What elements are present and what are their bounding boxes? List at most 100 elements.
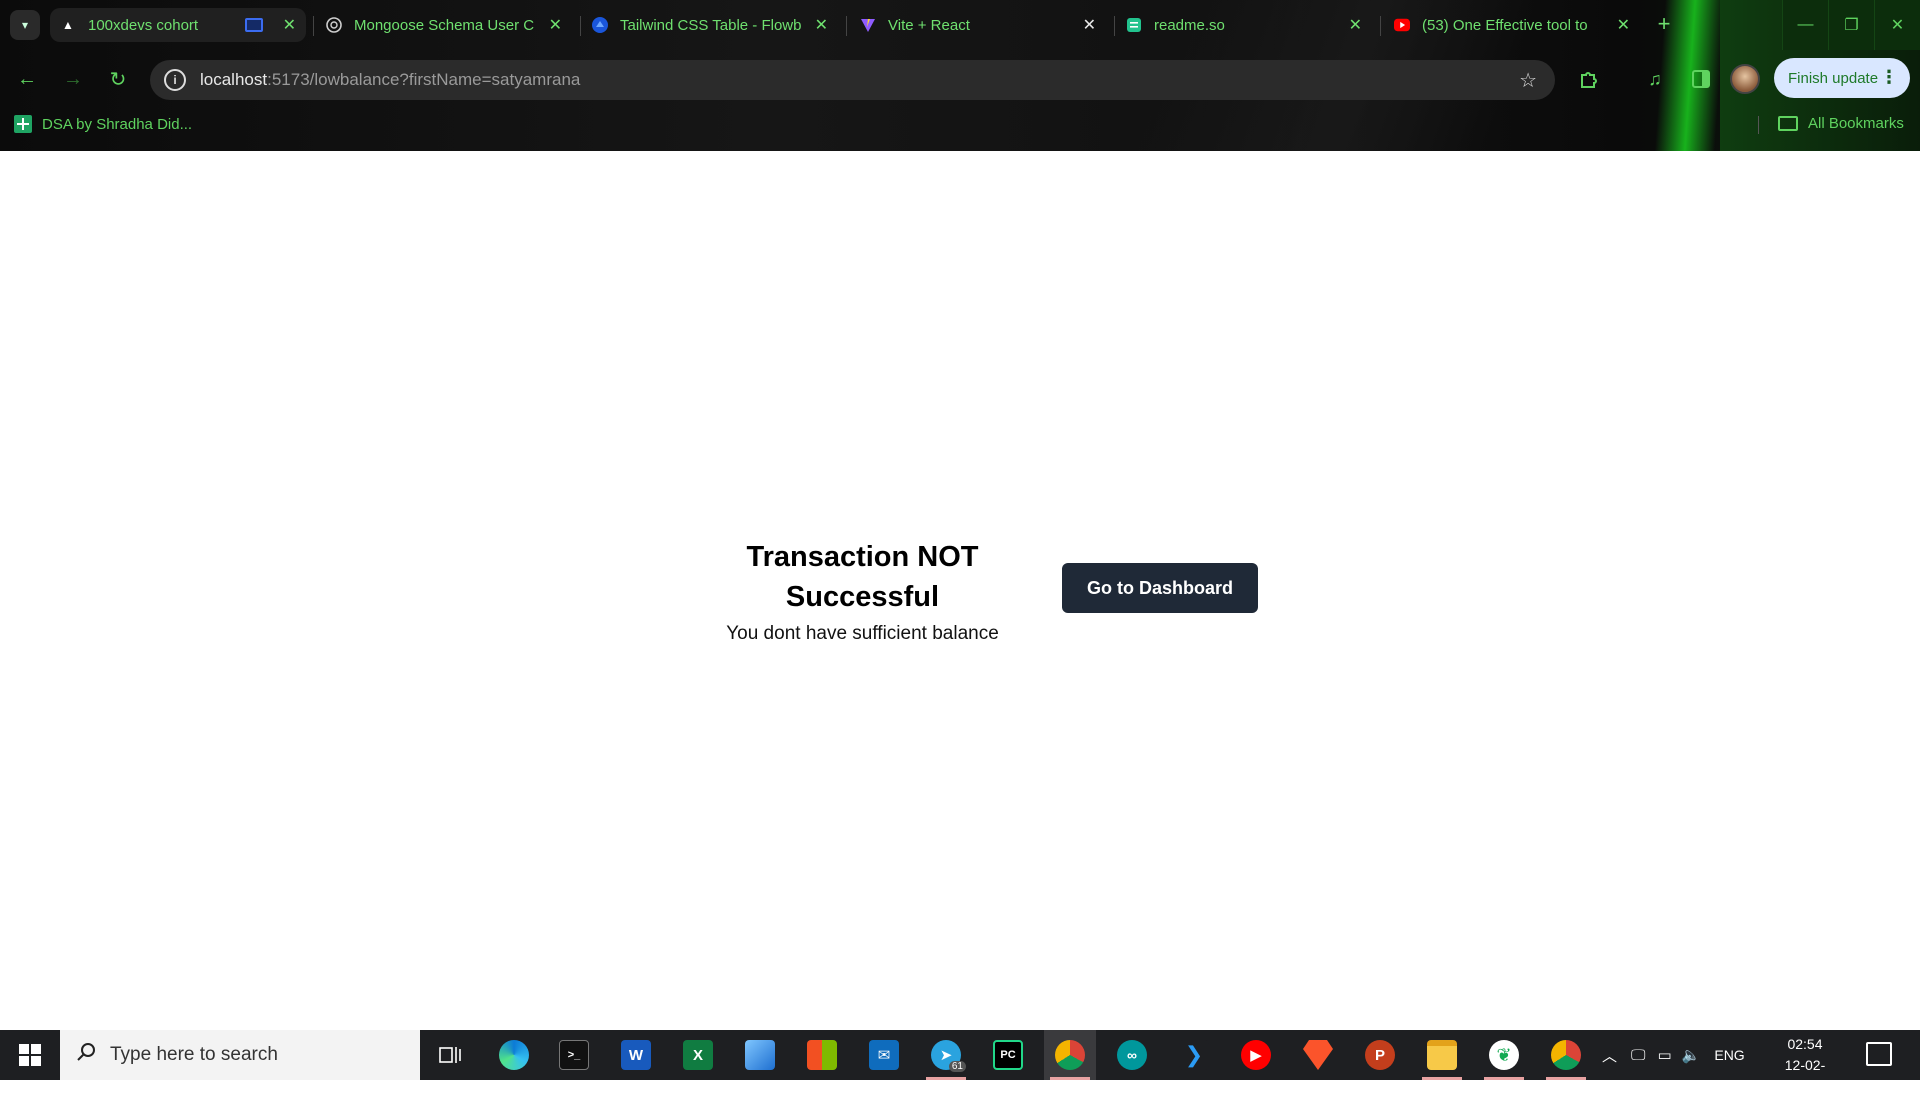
youtube-music-icon[interactable]: ▶ — [1230, 1030, 1282, 1080]
tab-title: Tailwind CSS Table - Flowb — [620, 16, 802, 34]
window-controls: — ❐ ✕ — [1782, 0, 1920, 50]
url-path: :5173/lowbalance?firstName=satyamrana — [267, 70, 581, 89]
finish-update-button[interactable]: Finish update ⋮ — [1774, 58, 1910, 98]
word-icon[interactable]: W — [610, 1030, 662, 1080]
tab-divider — [580, 16, 581, 36]
restore-icon[interactable]: ❐ — [1828, 0, 1874, 50]
telegram-icon[interactable]: ➤ 61 — [920, 1030, 972, 1080]
battery-icon[interactable]: ▭ — [1657, 1046, 1671, 1064]
extensions-icon[interactable] — [1576, 66, 1602, 92]
flowbite-icon — [592, 17, 608, 33]
windows-logo-icon — [19, 1044, 41, 1066]
close-window-icon[interactable]: ✕ — [1874, 0, 1920, 50]
tab-divider — [1380, 16, 1381, 36]
site-info-icon[interactable]: i — [164, 69, 186, 91]
vite-icon — [860, 17, 876, 33]
clock-date: 12-02-2024 — [1784, 1057, 1826, 1094]
tab-title: readme.so — [1154, 16, 1225, 34]
bookmark-item[interactable]: DSA by Shradha Did... — [14, 115, 192, 133]
close-icon[interactable]: ✕ — [1083, 15, 1096, 35]
terminal-icon[interactable]: >_ — [548, 1030, 600, 1080]
arduino-icon[interactable]: ∞ — [1106, 1030, 1158, 1080]
mail-icon[interactable]: ✉ — [858, 1030, 910, 1080]
search-placeholder: Type here to search — [110, 1044, 278, 1065]
clock-time: 02:54 — [1787, 1036, 1823, 1052]
file-explorer-icon[interactable] — [1416, 1030, 1468, 1080]
task-view-icon[interactable] — [424, 1030, 476, 1080]
minimize-icon[interactable]: — — [1782, 0, 1828, 50]
screen-share-icon — [244, 18, 263, 32]
chrome-icon[interactable] — [1044, 1030, 1096, 1080]
profile-avatar[interactable] — [1730, 64, 1760, 94]
volume-icon[interactable]: 🔈 — [1682, 1046, 1701, 1064]
browser-toolbar: ← → ↻ i localhost:5173/lowbalance?firstN… — [0, 56, 1920, 102]
forward-icon[interactable]: → — [58, 64, 88, 94]
tab-youtube[interactable]: (53) One Effective tool to ✕ — [1384, 8, 1640, 42]
tab-mongoose[interactable]: Mongoose Schema User C ✕ — [316, 8, 572, 42]
close-icon[interactable]: ✕ — [815, 15, 828, 35]
close-icon[interactable]: ✕ — [283, 15, 296, 35]
all-bookmarks-label: All Bookmarks — [1808, 115, 1904, 132]
media-control-icon[interactable]: ♫ — [1642, 66, 1668, 92]
tab-readme[interactable]: readme.so ✕ — [1116, 8, 1372, 42]
start-button[interactable] — [0, 1030, 60, 1080]
chrome-profile-icon[interactable] — [1540, 1030, 1592, 1080]
tab-title: Vite + React — [888, 16, 970, 34]
store-icon[interactable] — [796, 1030, 848, 1080]
more-menu-icon[interactable]: ⋮ — [1880, 67, 1898, 88]
title-line-1: Transaction NOT — [746, 541, 979, 573]
excel-icon[interactable]: X — [672, 1030, 724, 1080]
pycharm-icon[interactable]: PC — [982, 1030, 1034, 1080]
brave-icon[interactable] — [1292, 1030, 1344, 1080]
finish-update-label: Finish update — [1788, 69, 1879, 87]
tab-divider — [846, 16, 847, 36]
readme-icon — [1126, 17, 1142, 33]
vscode-icon[interactable]: ❯ — [1168, 1030, 1220, 1080]
tab-100xdevs[interactable]: ▲ 100xdevs cohort ✕ — [50, 8, 306, 42]
side-panel-icon[interactable] — [1688, 66, 1714, 92]
bookmark-label: DSA by Shradha Did... — [42, 115, 193, 133]
bookmark-star-icon[interactable]: ☆ — [1519, 68, 1537, 93]
close-icon[interactable]: ✕ — [1617, 15, 1630, 35]
tab-vite[interactable]: Vite + React ✕ — [850, 8, 1106, 42]
new-tab-icon[interactable]: + — [1650, 10, 1678, 38]
tab-divider — [313, 16, 314, 36]
edge-icon[interactable] — [488, 1030, 540, 1080]
page-viewport: Transaction NOT Successful You dont have… — [0, 151, 1920, 1030]
google-sheets-icon — [14, 115, 32, 133]
windows-taskbar: Type here to search >_ W X ✉ ➤ 61 PC ∞ ❯… — [0, 1030, 1920, 1094]
folder-icon — [1778, 116, 1798, 131]
all-bookmarks-button[interactable]: All Bookmarks — [1778, 115, 1904, 132]
close-icon[interactable]: ✕ — [549, 15, 562, 35]
search-icon — [76, 1042, 96, 1068]
address-bar[interactable]: i localhost:5173/lowbalance?firstName=sa… — [150, 60, 1555, 100]
vercel-triangle-icon: ▲ — [62, 18, 74, 32]
url-host: localhost — [200, 70, 268, 89]
mongodb-compass-icon[interactable]: ❦ — [1478, 1030, 1530, 1080]
tab-title: (53) One Effective tool to — [1422, 16, 1588, 34]
notification-icon[interactable] — [1866, 1042, 1892, 1066]
chevron-up-icon[interactable]: ︿ — [1602, 1045, 1617, 1066]
telegram-badge: 61 — [948, 1061, 966, 1072]
transaction-result: Transaction NOT Successful You dont have… — [700, 537, 1025, 645]
bookmarks-bar: DSA by Shradha Did... All Bookmarks — [0, 112, 1920, 138]
tab-title: Mongoose Schema User C — [354, 16, 535, 34]
close-icon[interactable]: ✕ — [1349, 15, 1362, 35]
url-text[interactable]: localhost:5173/lowbalance?firstName=saty… — [200, 70, 580, 90]
back-icon[interactable]: ← — [12, 64, 42, 94]
network-icon[interactable]: 🖵 — [1631, 1047, 1645, 1064]
tab-title: 100xdevs cohort — [88, 16, 199, 34]
tab-search-icon[interactable]: ▾ — [10, 10, 40, 40]
bookmarks-divider — [1758, 116, 1759, 134]
language-indicator[interactable]: ENG — [1714, 1047, 1744, 1063]
go-to-dashboard-button[interactable]: Go to Dashboard — [1062, 563, 1258, 613]
taskbar-search[interactable]: Type here to search — [60, 1030, 420, 1080]
chatgpt-icon — [326, 17, 342, 33]
powerpoint-icon[interactable]: P — [1354, 1030, 1406, 1080]
tab-tailwind[interactable]: Tailwind CSS Table - Flowb ✕ — [582, 8, 838, 42]
reload-icon[interactable]: ↻ — [103, 64, 133, 94]
remote-desktop-icon[interactable] — [734, 1030, 786, 1080]
system-clock[interactable]: 02:54 12-02-2024 — [1770, 1034, 1840, 1097]
tab-divider — [1114, 16, 1115, 36]
tab-strip: ▾ ▲ 100xdevs cohort ✕ Mongoose Schema Us… — [0, 0, 1920, 50]
